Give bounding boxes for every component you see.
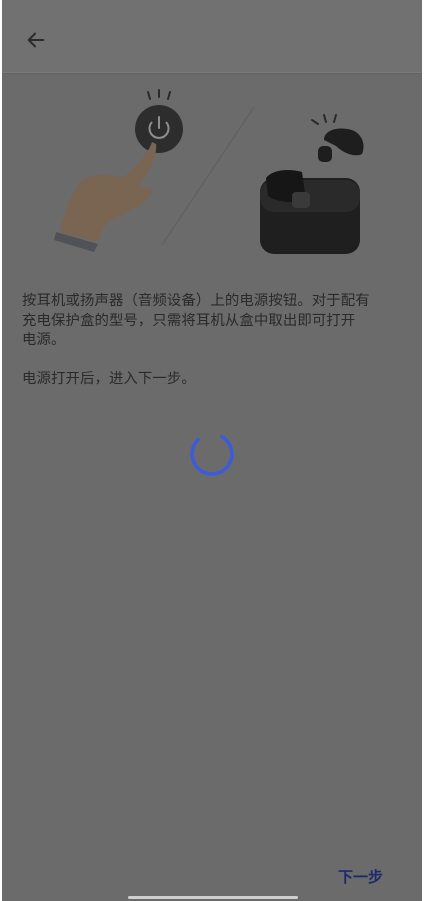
earbuds-case-icon bbox=[260, 170, 360, 254]
power-on-illustration bbox=[54, 89, 364, 254]
earbud-icon bbox=[311, 114, 364, 162]
loading-spinner-icon bbox=[190, 432, 234, 476]
app-screen: 按耳机或扬声器（音频设备）上的电源按钮。对于配有 充电保护盒的型号，只需将耳机从… bbox=[2, 0, 422, 901]
hand-pressing-power-icon bbox=[54, 142, 157, 252]
arrow-left-icon bbox=[27, 32, 45, 48]
instruction-text: 按耳机或扬声器（音频设备）上的电源按钮。对于配有 充电保护盒的型号，只需将耳机从… bbox=[22, 293, 370, 387]
top-app-bar bbox=[2, 0, 422, 72]
back-button[interactable] bbox=[20, 24, 52, 56]
home-indicator[interactable] bbox=[128, 896, 298, 899]
next-step-button[interactable]: 下一步 bbox=[338, 866, 398, 888]
power-icon bbox=[135, 89, 183, 153]
